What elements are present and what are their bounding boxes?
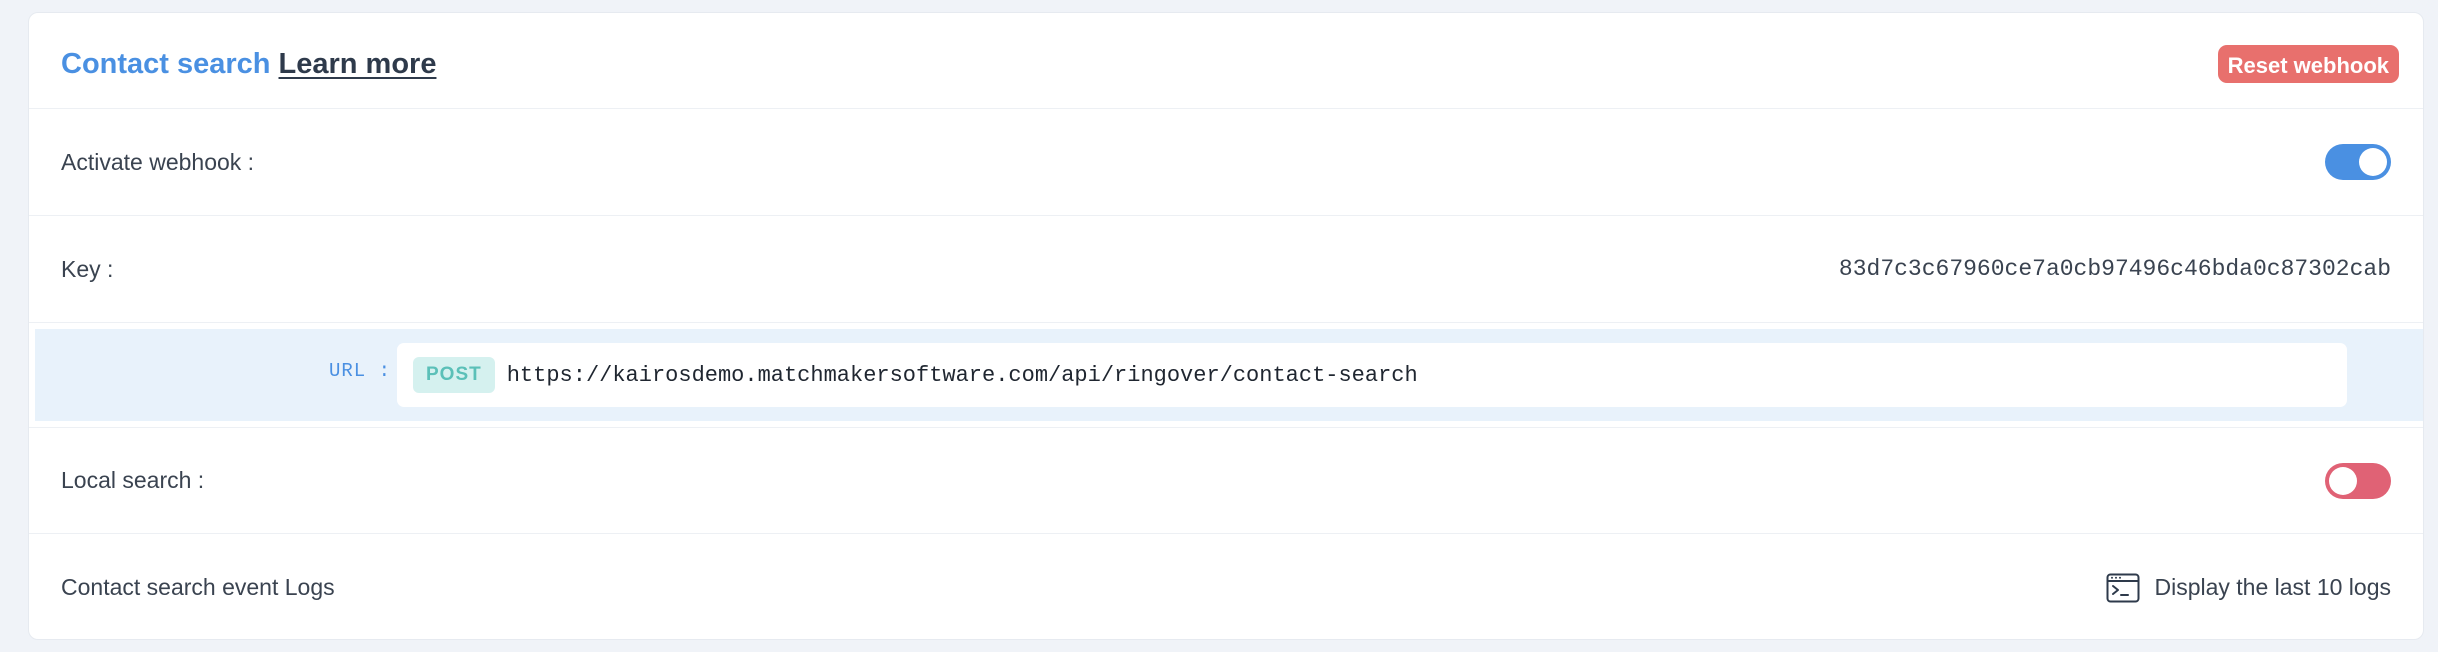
card-header: Contact search Learn more: [29, 13, 2423, 109]
toggle-knob: [2359, 148, 2387, 176]
local-search-row: Local search :: [29, 427, 2423, 534]
reset-webhook-button[interactable]: Reset webhook: [2217, 45, 2399, 83]
url-row: URL : POST https://kairosdemo.matchmaker…: [35, 329, 2423, 421]
learn-more-link[interactable]: Learn more: [279, 48, 437, 81]
display-logs-label: Display the last 10 logs: [2154, 574, 2391, 600]
event-logs-label: Contact search event Logs: [61, 574, 335, 600]
contact-search-card: Contact search Learn more Reset webhook …: [28, 12, 2424, 640]
toggle-knob: [2329, 466, 2357, 495]
event-logs-row: Contact search event Logs Display the la…: [29, 534, 2423, 639]
key-value: 83d7c3c67960ce7a0cb97496c46bda0c87302cab: [1838, 256, 2391, 282]
display-logs-button[interactable]: Display the last 10 logs: [2106, 573, 2391, 603]
url-value: https://kairosdemo.matchmakersoftware.co…: [506, 362, 1418, 388]
activate-webhook-label: Activate webhook :: [61, 148, 255, 175]
section-title: Contact search: [61, 48, 271, 80]
url-label: URL :: [329, 360, 392, 382]
local-search-label: Local search :: [61, 467, 205, 493]
local-search-toggle[interactable]: [2325, 462, 2391, 499]
terminal-icon: [2106, 573, 2140, 602]
key-label: Key :: [61, 255, 114, 282]
card-title: Contact search Learn more: [61, 48, 436, 81]
http-method-badge: POST: [413, 357, 495, 393]
activate-webhook-toggle[interactable]: [2325, 144, 2391, 180]
url-field[interactable]: POST https://kairosdemo.matchmakersoftwa…: [397, 343, 2347, 407]
activate-webhook-row: Activate webhook :: [29, 109, 2423, 216]
key-row: Key : 83d7c3c67960ce7a0cb97496c46bda0c87…: [29, 216, 2423, 323]
